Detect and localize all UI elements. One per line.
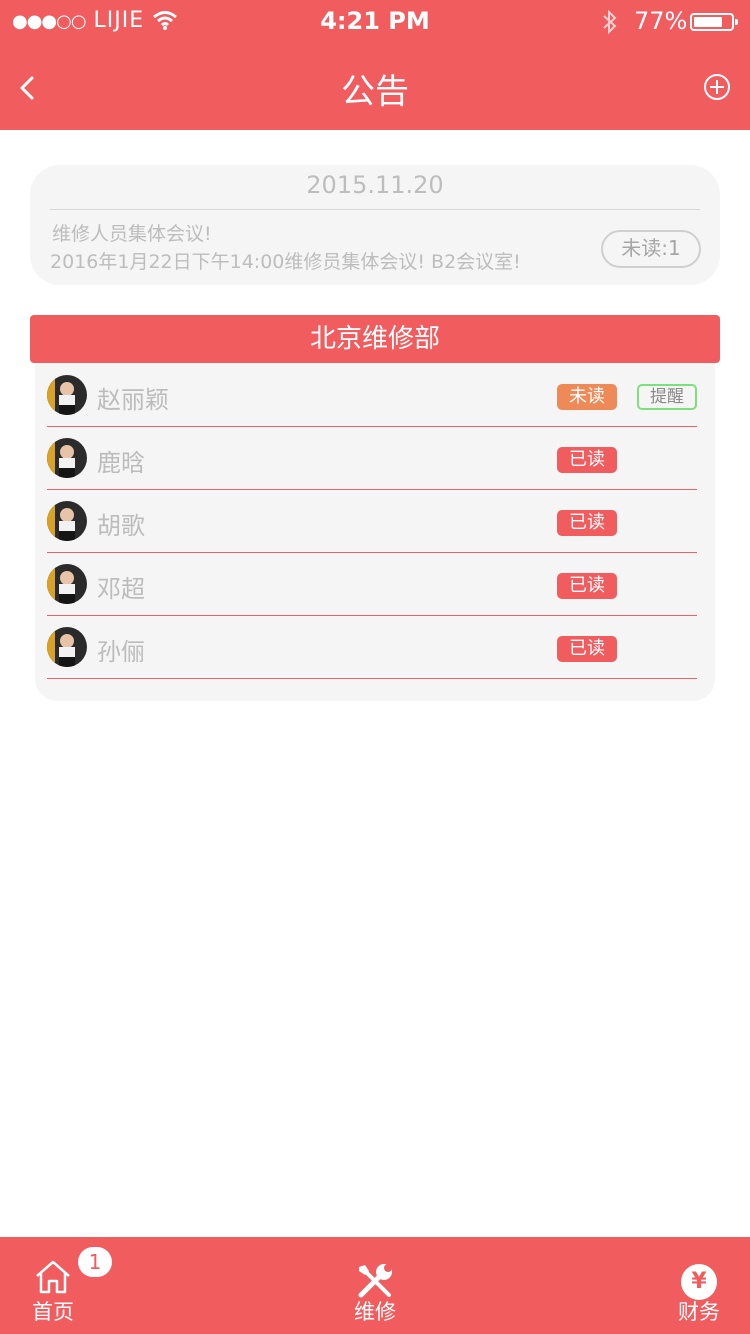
battery-nub <box>735 19 738 25</box>
home-icon <box>36 1260 70 1294</box>
department-member-list: 赵丽颖 未读 提醒 鹿晗 已读 胡歌 已读 邓超 已读 孙俪 已读 <box>35 363 715 701</box>
battery-icon <box>690 13 738 31</box>
bluetooth-icon <box>603 9 617 35</box>
member-row[interactable]: 赵丽颖 未读 提醒 <box>47 363 697 427</box>
tab-finance[interactable]: ¥ 财务 <box>666 1237 732 1334</box>
battery-level-fill <box>694 17 722 27</box>
status-bar: ●●●○○ LIJIE 4:21 PM 77% <box>0 0 750 44</box>
top-bar: ●●●○○ LIJIE 4:21 PM 77% 公告 <box>0 0 750 130</box>
read-status-badge: 已读 <box>557 447 617 473</box>
tab-home[interactable]: 首页 <box>20 1237 86 1334</box>
battery-percentage: 77% <box>634 7 688 35</box>
remind-button[interactable]: 提醒 <box>637 384 697 410</box>
member-row[interactable]: 孙俪 已读 <box>47 615 697 679</box>
member-name: 赵丽颖 <box>97 386 169 414</box>
tab-label: 维修 <box>354 1300 396 1324</box>
department-header: 北京维修部 <box>30 315 720 363</box>
read-status-badge: 已读 <box>557 636 617 662</box>
notice-body: 2016年1月22日下午14:00维修员集体会议! B2会议室! <box>50 251 521 273</box>
member-row[interactable]: 胡歌 已读 <box>47 489 697 553</box>
member-name: 胡歌 <box>97 512 145 540</box>
notification-badge: 1 <box>78 1247 112 1277</box>
tab-label: 财务 <box>678 1300 720 1324</box>
avatar <box>47 501 87 541</box>
member-row[interactable]: 鹿晗 已读 <box>47 426 697 490</box>
tab-repair[interactable]: 维修 <box>342 1237 408 1334</box>
member-row[interactable]: 邓超 已读 <box>47 552 697 616</box>
avatar <box>47 438 87 478</box>
unread-count-button[interactable]: 未读:1 <box>601 230 701 268</box>
member-name: 鹿晗 <box>97 449 145 477</box>
notice-subject: 维修人员集体会议! <box>52 223 212 245</box>
notice-card[interactable]: 2015.11.20 维修人员集体会议! 2016年1月22日下午14:00维修… <box>30 165 720 285</box>
member-name: 邓超 <box>97 575 145 603</box>
tools-icon <box>358 1264 392 1298</box>
read-status-badge: 已读 <box>557 510 617 536</box>
notice-date: 2015.11.20 <box>306 171 444 199</box>
notice-divider <box>50 209 700 210</box>
page-title: 公告 <box>341 72 409 112</box>
tab-label: 首页 <box>32 1300 74 1324</box>
member-name: 孙俪 <box>97 638 145 666</box>
avatar <box>47 627 87 667</box>
bottom-tab-bar: 首页 1 维修 ¥ 财务 <box>0 1237 750 1334</box>
avatar <box>47 564 87 604</box>
avatar <box>47 375 87 415</box>
read-status-badge: 已读 <box>557 573 617 599</box>
unread-status-badge: 未读 <box>557 384 617 410</box>
yen-icon: ¥ <box>681 1264 717 1300</box>
add-circle-icon[interactable] <box>702 72 732 102</box>
